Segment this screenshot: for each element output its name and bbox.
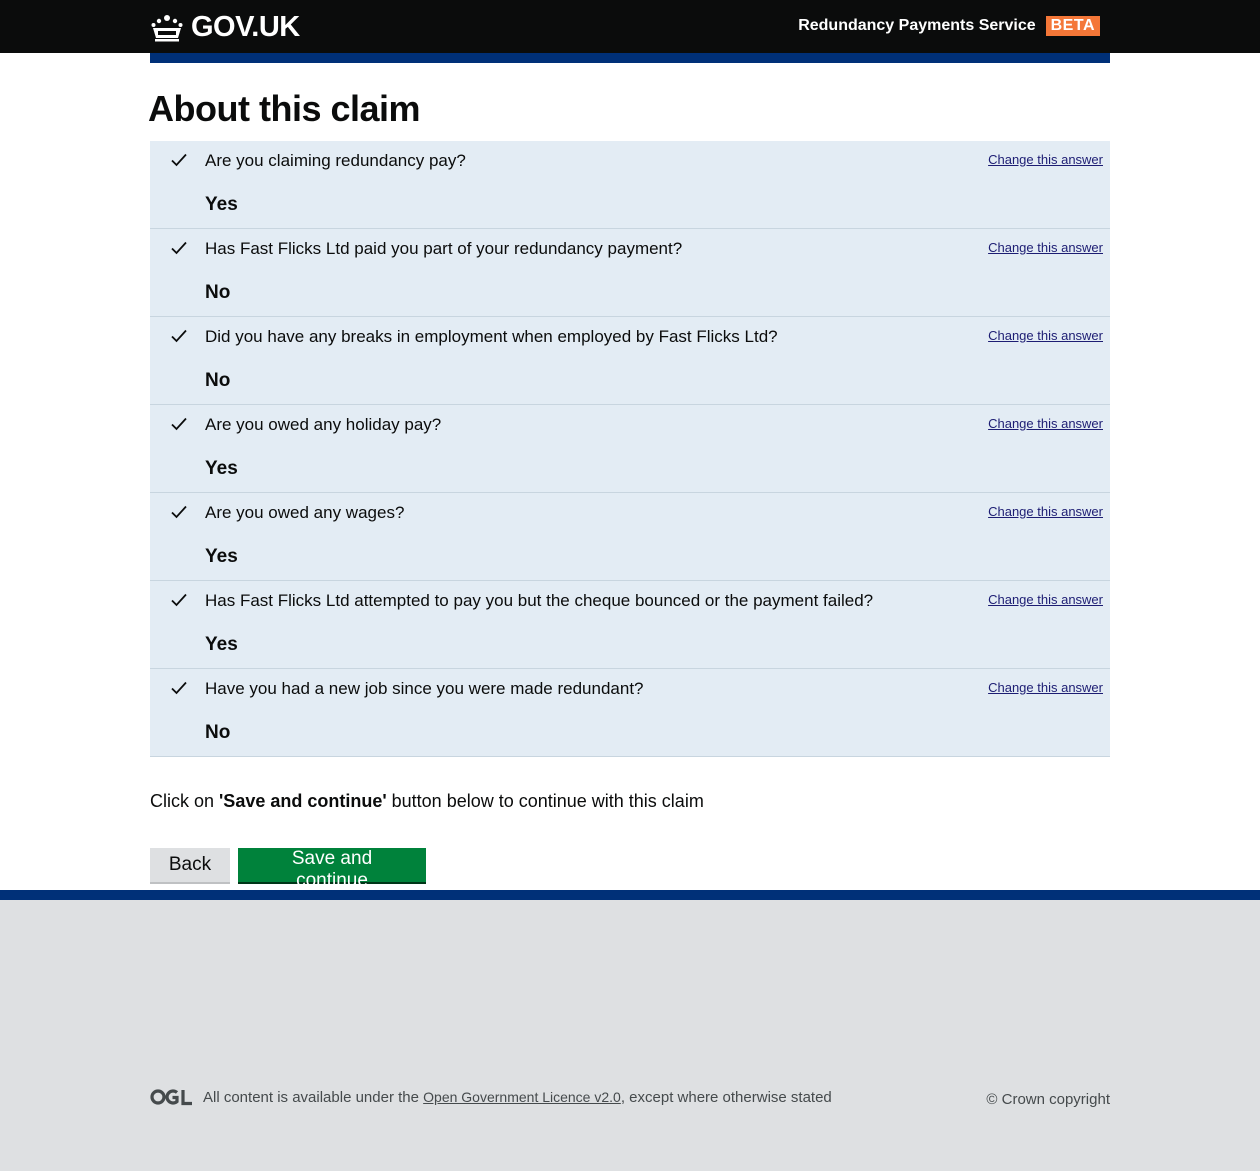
crown-icon	[151, 14, 183, 41]
govuk-logo-link[interactable]: GOV.UK	[150, 11, 300, 44]
answer-value: Yes	[205, 545, 238, 567]
change-answer-link[interactable]: Change this answer	[988, 152, 1103, 167]
site-footer: All content is available under the Open …	[0, 890, 1260, 1171]
question-text: Are you owed any wages?	[205, 502, 405, 522]
answer-row: Are you claiming redundancy pay? Yes Chang…	[150, 141, 1110, 229]
question-text: Have you had a new job since you were ma…	[205, 678, 644, 698]
save-and-continue-button[interactable]: Save and continue	[238, 847, 426, 891]
change-answer-link[interactable]: Change this answer	[988, 240, 1103, 255]
instruction-suffix: button below to continue with this claim	[386, 790, 704, 811]
check-icon	[171, 153, 187, 166]
answers-summary: Are you claiming redundancy pay? Yes Chang…	[150, 140, 1110, 757]
instruction-emphasis: 'Save and continue'	[219, 790, 387, 811]
answer-value: No	[205, 721, 231, 743]
form-actions: Back Save and continue	[150, 847, 1110, 891]
back-button[interactable]: Back	[150, 847, 230, 882]
answer-row: Have you had a new job since you were ma…	[150, 669, 1110, 757]
question-text: Has Fast Flicks Ltd paid you part of you…	[205, 238, 683, 258]
crown-copyright[interactable]: © Crown copyright	[986, 1091, 1110, 1108]
licence-link[interactable]: Open Government Licence v2.0	[423, 1089, 621, 1105]
answer-value: No	[205, 369, 231, 391]
answer-row: Has Fast Flicks Ltd paid you part of you…	[150, 229, 1110, 317]
licence-text-before: All content is available under the	[203, 1088, 419, 1106]
check-icon	[171, 329, 187, 342]
check-icon	[171, 505, 187, 518]
check-icon	[171, 681, 187, 694]
question-text: Has Fast Flicks Ltd attempted to pay you…	[205, 590, 874, 610]
site-header: GOV.UK Redundancy Payments Service BETA	[0, 0, 1260, 53]
change-answer-link[interactable]: Change this answer	[988, 328, 1103, 343]
answer-value: No	[205, 281, 231, 303]
service-name[interactable]: Redundancy Payments Service	[798, 17, 1035, 35]
phase-tag: BETA	[1045, 16, 1100, 36]
instruction-prefix: Click on	[150, 790, 220, 811]
page-title: About this claim	[148, 88, 421, 129]
answer-value: Yes	[205, 457, 238, 479]
change-answer-link[interactable]: Change this answer	[988, 592, 1103, 607]
ogl-logo-icon	[150, 1089, 192, 1106]
answer-row: Has Fast Flicks Ltd attempted to pay you…	[150, 581, 1110, 669]
question-text: Did you have any breaks in employment wh…	[205, 326, 778, 346]
main-container: About this claim Are you claiming redund…	[148, 53, 1110, 891]
logo-text: GOV.UK	[191, 11, 300, 43]
answer-row: Did you have any breaks in employment wh…	[150, 317, 1110, 405]
change-answer-link[interactable]: Change this answer	[988, 680, 1103, 695]
check-icon	[171, 241, 187, 254]
answer-row: Are you owed any wages? Yes Change this an…	[150, 493, 1110, 581]
question-text: Are you claiming redundancy pay?	[205, 150, 466, 170]
service-info: Redundancy Payments Service BETA	[798, 16, 1100, 36]
licence-text-after: , except where otherwise stated	[620, 1088, 832, 1106]
answer-value: Yes	[205, 193, 238, 215]
header-blue-bar	[150, 53, 1110, 63]
change-answer-link[interactable]: Change this answer	[988, 504, 1103, 519]
change-answer-link[interactable]: Change this answer	[988, 416, 1103, 431]
check-icon	[171, 593, 187, 606]
licence-info: All content is available under the Open …	[150, 1088, 832, 1106]
answer-value: Yes	[205, 633, 238, 655]
check-icon	[171, 417, 187, 430]
instruction-text: Click on 'Save and continue' button belo…	[150, 791, 1110, 812]
question-text: Are you owed any holiday pay?	[205, 414, 442, 434]
answer-row: Are you owed any holiday pay? Yes Change t…	[150, 405, 1110, 493]
